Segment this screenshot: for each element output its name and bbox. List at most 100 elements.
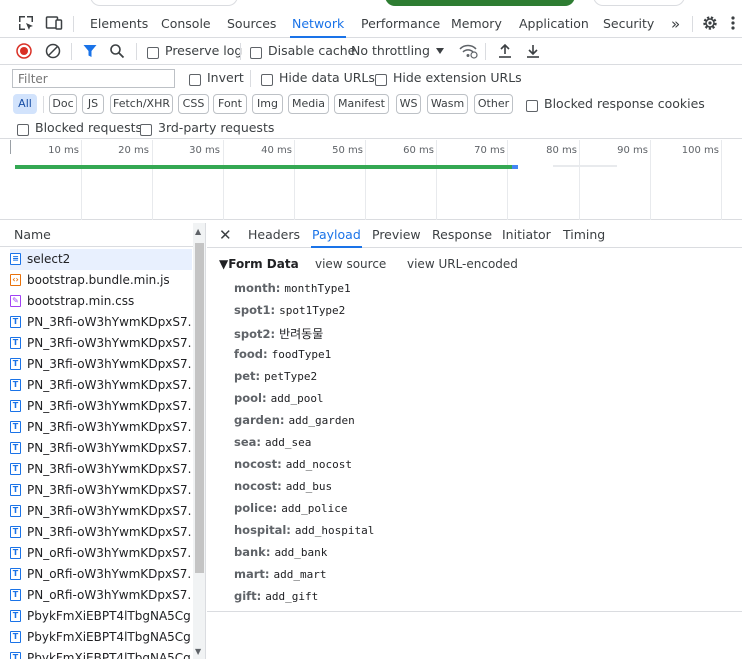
field-value: add_hospital <box>294 524 375 537</box>
request-row[interactable]: T PN_3Rfi-oW3hYwmKDpxS7... <box>10 333 192 354</box>
scroll-up-arrow[interactable]: ▲ <box>195 227 201 236</box>
tab-security[interactable]: Security <box>601 10 656 38</box>
devtools-top-tab-fragment <box>593 0 685 6</box>
request-row[interactable]: T PN_3Rfi-oW3hYwmKDpxS7... <box>10 396 192 417</box>
request-row[interactable]: T PbykFmXiEBPT4lTbgNA5Cg... <box>10 627 192 648</box>
request-row[interactable]: T PN_3Rfi-oW3hYwmKDpxS7... <box>10 417 192 438</box>
more-options-icon[interactable] <box>728 14 738 32</box>
view-source-link[interactable]: view source <box>315 257 386 271</box>
filter-input[interactable] <box>12 69 175 88</box>
disable-cache-checkbox[interactable] <box>250 45 262 59</box>
request-row[interactable]: T PN_oRfi-oW3hYwmKDpxS7... <box>10 585 192 606</box>
network-conditions-wifi-icon[interactable] <box>458 43 478 59</box>
preserve-log-checkbox[interactable] <box>147 45 159 59</box>
third-party-requests-checkbox[interactable] <box>140 122 152 136</box>
close-icon[interactable]: ✕ <box>219 226 232 244</box>
form-data-field: nocost: add_bus <box>234 479 332 493</box>
toolbar-divider <box>485 43 486 60</box>
request-row[interactable]: T PN_3Rfi-oW3hYwmKDpxS7... <box>10 501 192 522</box>
scroll-thumb[interactable] <box>195 243 204 573</box>
tab-preview[interactable]: Preview <box>372 223 421 248</box>
tab-payload[interactable]: Payload <box>311 223 362 248</box>
device-toolbar-icon[interactable] <box>45 14 63 32</box>
toolbar-divider <box>136 43 137 60</box>
name-column-header[interactable]: Name <box>0 223 193 247</box>
chip-manifest[interactable]: Manifest <box>334 94 389 114</box>
tab-performance[interactable]: Performance <box>359 10 442 38</box>
search-icon[interactable] <box>109 43 125 59</box>
chip-ws[interactable]: WS <box>396 94 421 114</box>
request-row[interactable]: T PN_3Rfi-oW3hYwmKDpxS7... <box>10 480 192 501</box>
blocked-requests-label: Blocked requests <box>35 120 142 135</box>
tab-network[interactable]: Network <box>290 10 347 38</box>
chip-other[interactable]: Other <box>474 94 513 114</box>
request-row[interactable]: ✎ bootstrap.min.css <box>10 291 192 312</box>
scroll-down-arrow[interactable]: ▼ <box>195 647 201 656</box>
request-row[interactable]: T PN_3Rfi-oW3hYwmKDpxS7... <box>10 438 192 459</box>
field-value: add_mart <box>273 568 327 581</box>
chip-media[interactable]: Media <box>288 94 329 114</box>
timeline-gridline <box>223 140 224 220</box>
more-tabs-button[interactable]: » <box>669 10 682 38</box>
field-key: bank: <box>234 545 271 559</box>
blocked-response-cookies-label: Blocked response cookies <box>544 96 705 111</box>
chip-img[interactable]: Img <box>252 94 283 114</box>
chip-doc[interactable]: Doc <box>49 94 77 114</box>
request-row[interactable]: T PN_3Rfi-oW3hYwmKDpxS7... <box>10 354 192 375</box>
request-name: bootstrap.min.css <box>27 294 135 308</box>
import-har-upload-icon[interactable] <box>497 43 513 59</box>
timeline-gridline <box>579 140 580 220</box>
form-data-field: spot1: spot1Type2 <box>234 303 345 317</box>
chip-wasm[interactable]: Wasm <box>427 94 468 114</box>
field-key: sea: <box>234 435 262 449</box>
inspect-element-icon[interactable] <box>17 14 35 32</box>
clear-icon[interactable] <box>45 43 61 59</box>
chip-all[interactable]: All <box>13 94 37 114</box>
settings-gear-icon[interactable] <box>701 14 719 32</box>
txt-file-icon: T <box>10 336 21 349</box>
toolbar-divider <box>43 96 44 113</box>
request-row[interactable]: T PbykFmXiEBPT4lTbgNA5Cg... <box>10 606 192 627</box>
invert-checkbox[interactable] <box>189 72 201 86</box>
chip-js[interactable]: JS <box>82 94 104 114</box>
blocked-response-cookies-checkbox[interactable] <box>526 98 538 112</box>
tab-headers[interactable]: Headers <box>248 223 300 248</box>
hide-extension-urls-checkbox[interactable] <box>375 72 387 86</box>
tab-console[interactable]: Console <box>159 10 213 38</box>
chevron-down-icon[interactable] <box>435 47 445 55</box>
record-stop-icon[interactable] <box>16 43 32 59</box>
chip-css[interactable]: CSS <box>178 94 209 114</box>
request-row[interactable]: T PN_oRfi-oW3hYwmKDpxS7... <box>10 564 192 585</box>
blocked-requests-checkbox[interactable] <box>17 122 29 136</box>
form-data-heading[interactable]: ▼Form Data <box>219 257 299 271</box>
hide-data-urls-checkbox[interactable] <box>261 72 273 86</box>
export-har-download-icon[interactable] <box>525 43 541 59</box>
tab-sources[interactable]: Sources <box>225 10 278 38</box>
tab-response[interactable]: Response <box>432 223 492 248</box>
request-row[interactable]: T PN_3Rfi-oW3hYwmKDpxS7... <box>10 522 192 543</box>
request-list-scrollbar[interactable]: ▲ ▼ <box>193 223 205 659</box>
toolbar-divider <box>240 43 241 60</box>
chip-font[interactable]: Font <box>213 94 247 114</box>
request-row[interactable]: T PN_oRfi-oW3hYwmKDpxS7... <box>10 543 192 564</box>
request-row[interactable]: T PN_3Rfi-oW3hYwmKDpxS7... <box>10 312 192 333</box>
timeline-tick-label: 40 ms <box>261 145 292 156</box>
tab-timing[interactable]: Timing <box>563 223 605 248</box>
tab-initiator[interactable]: Initiator <box>502 223 551 248</box>
request-row[interactable]: T PN_3Rfi-oW3hYwmKDpxS7... <box>10 375 192 396</box>
view-url-encoded-link[interactable]: view URL-encoded <box>407 257 518 271</box>
timeline-overview[interactable]: 10 ms 20 ms 30 ms 40 ms 50 ms 60 ms 70 m… <box>0 140 742 220</box>
tab-memory[interactable]: Memory <box>449 10 504 38</box>
tab-application[interactable]: Application <box>517 10 591 38</box>
request-row[interactable]: T PbykFmXiEBPT4lTbgNA5Cg... <box>10 648 192 659</box>
request-row[interactable]: T PN_3Rfi-oW3hYwmKDpxS7... <box>10 459 192 480</box>
chip-fetch-xhr[interactable]: Fetch/XHR <box>110 94 173 114</box>
request-row[interactable]: ‹› bootstrap.bundle.min.js <box>10 270 192 291</box>
disable-cache-label: Disable cache <box>268 43 356 58</box>
throttling-select[interactable]: No throttling <box>351 43 430 58</box>
request-row[interactable]: ≡ select2 <box>10 249 192 270</box>
tab-elements[interactable]: Elements <box>88 10 150 38</box>
form-data-field: pet: petType2 <box>234 369 317 383</box>
filter-funnel-icon[interactable] <box>82 43 98 59</box>
timeline-tick-label: 20 ms <box>118 145 149 156</box>
